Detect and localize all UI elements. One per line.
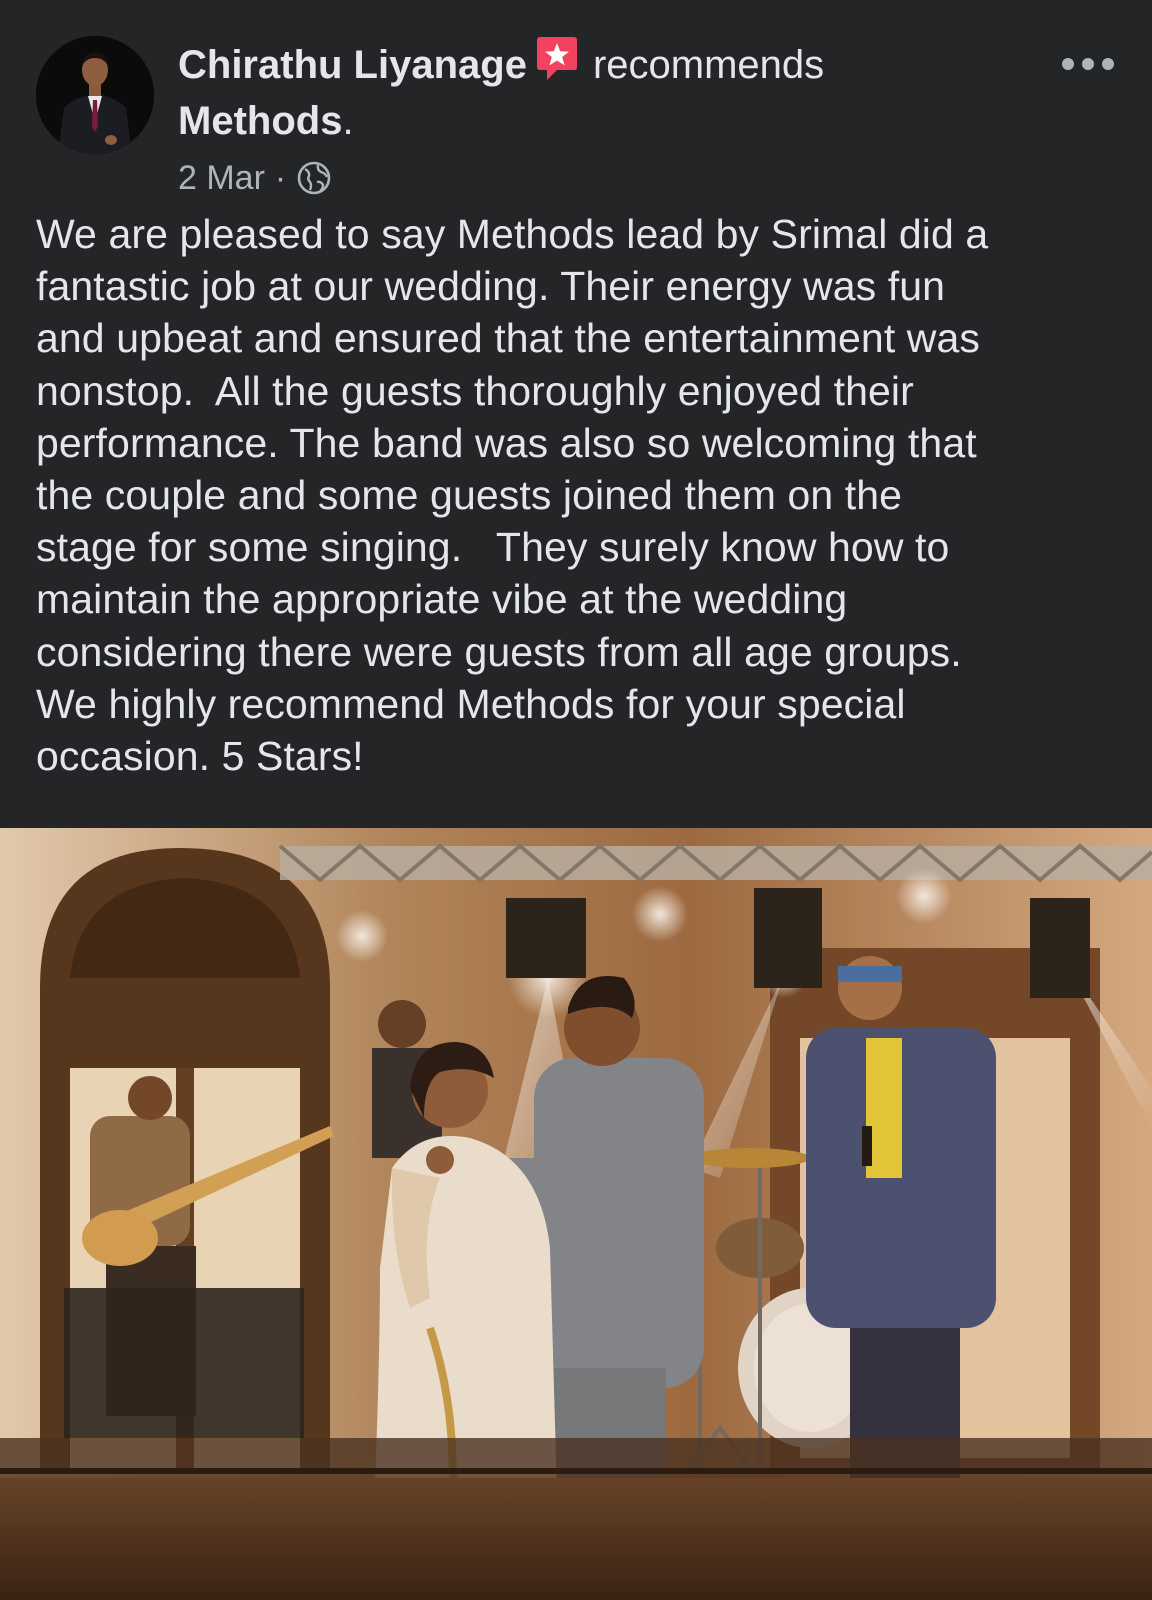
more-dot xyxy=(1102,58,1114,70)
recommends-label: recommends xyxy=(592,43,825,87)
recommended-page-name[interactable]: Methods xyxy=(178,99,342,143)
post-photo[interactable] xyxy=(0,828,1152,1600)
more-dot xyxy=(1082,58,1094,70)
globe-icon xyxy=(296,160,332,196)
meta-separator: · xyxy=(274,159,287,197)
page-name-period: . xyxy=(342,99,354,143)
recommendation-post: Chirathu Liyanage recommends Methods. 2 M… xyxy=(0,0,1152,1600)
star-recommend-icon xyxy=(535,36,579,82)
post-header: Chirathu Liyanage recommends Methods. 2 M… xyxy=(0,0,1152,220)
post-date[interactable]: 2 Mar xyxy=(178,156,265,200)
post-meta: 2 Mar · xyxy=(178,156,332,200)
more-dot xyxy=(1062,58,1074,70)
post-headline: Chirathu Liyanage recommends Methods. xyxy=(178,36,1038,149)
author-avatar[interactable] xyxy=(36,36,154,154)
more-options-icon[interactable] xyxy=(1062,50,1114,78)
post-body-text: We are pleased to say Methods lead by Sr… xyxy=(36,211,989,780)
author-name[interactable]: Chirathu Liyanage xyxy=(178,43,527,87)
